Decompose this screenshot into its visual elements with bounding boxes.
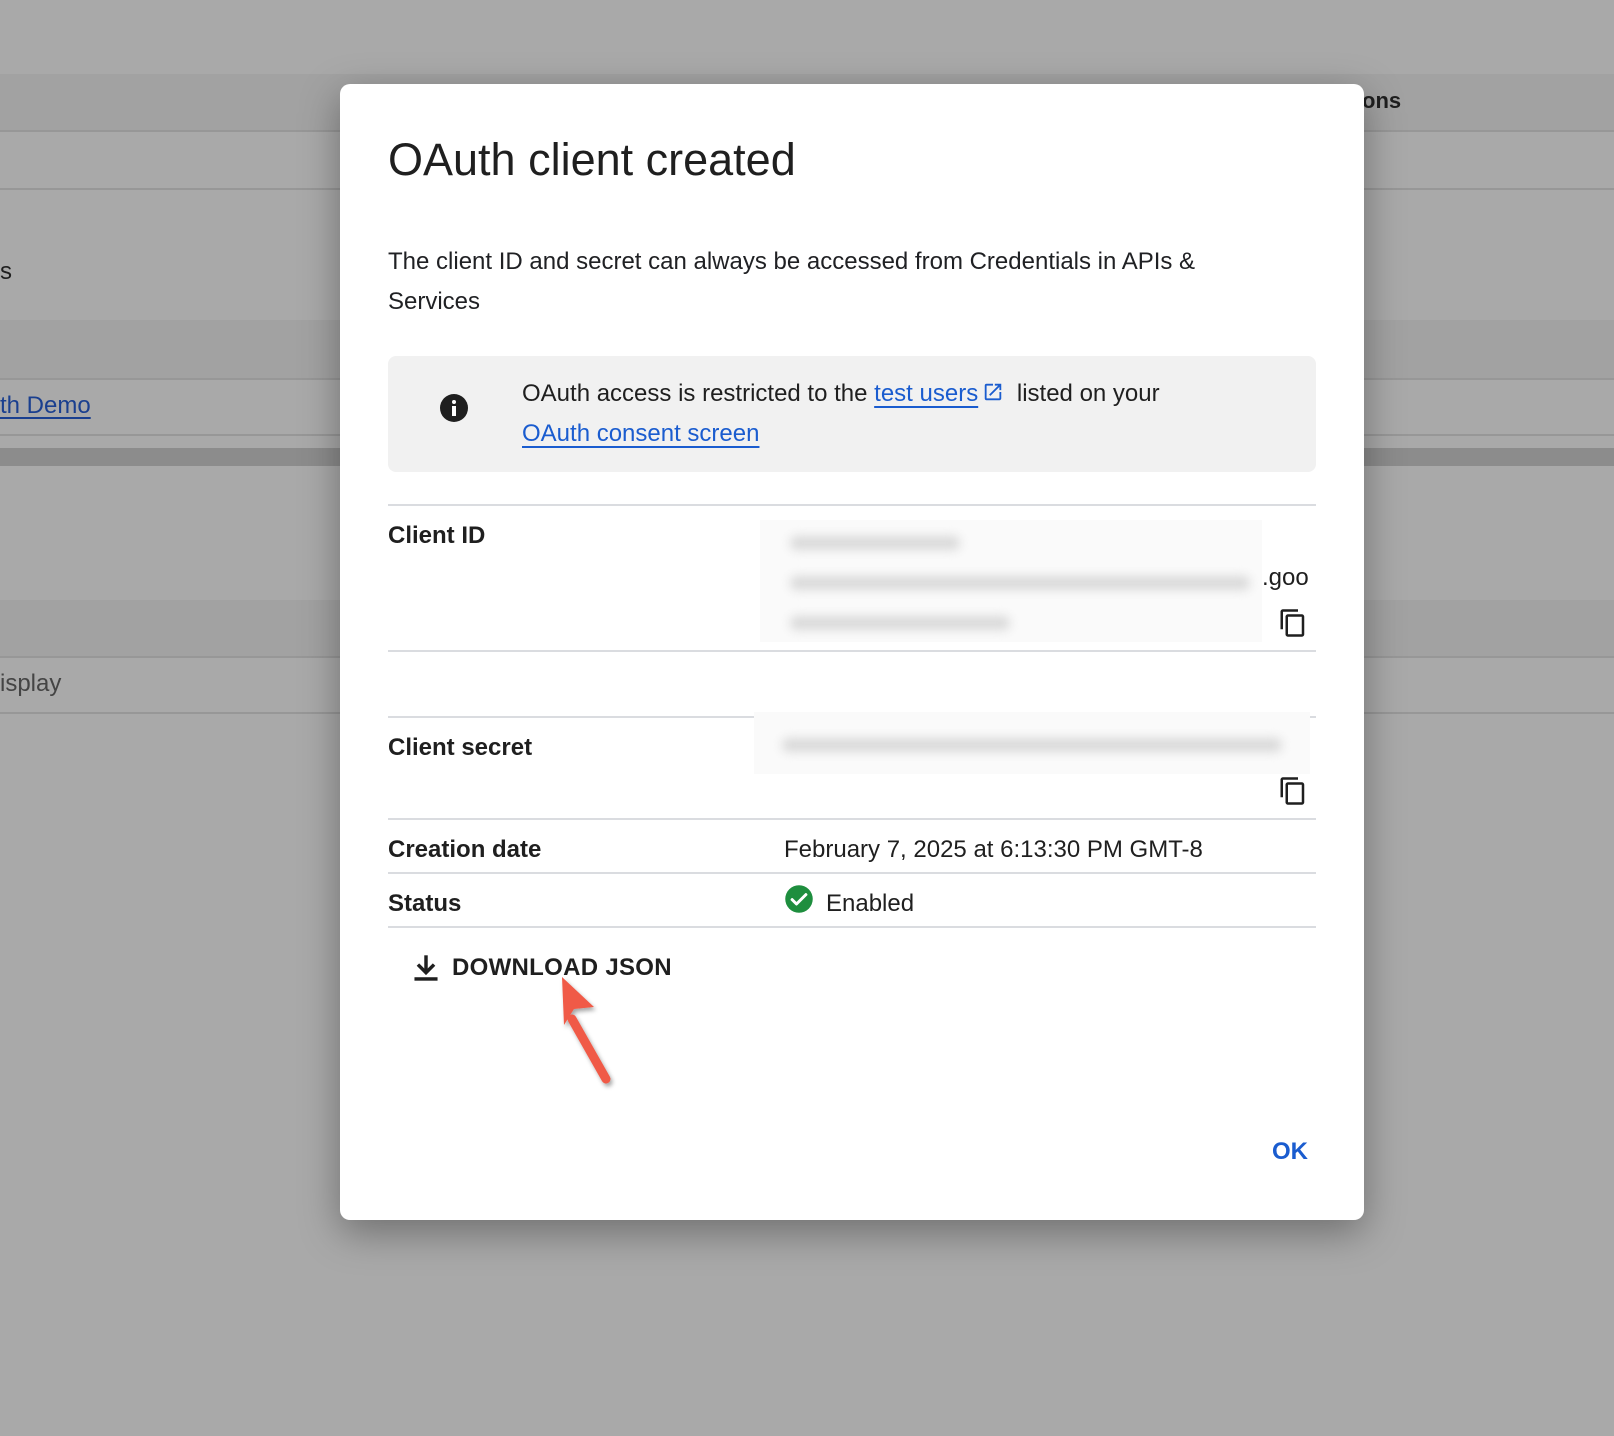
test-users-link[interactable]: test users (874, 380, 978, 407)
info-message: OAuth access is restricted to the test u… (522, 374, 1292, 454)
status-label: Status (388, 890, 462, 917)
status-value: Enabled (826, 890, 915, 917)
client-id-visible-suffix: .goo (1262, 564, 1309, 591)
info-banner: OAuth access is restricted to the test u… (388, 356, 1316, 472)
info-text-prefix: OAuth access is restricted to the (522, 380, 875, 407)
bg-column-header: ons (1362, 88, 1402, 113)
copy-client-id-icon[interactable] (1278, 608, 1308, 638)
row-divider (388, 872, 1316, 874)
download-icon (414, 955, 438, 981)
oauth-consent-screen-link[interactable]: OAuth consent screen (522, 420, 759, 447)
bg-project-link: th Demo (0, 392, 91, 419)
copy-client-secret-icon[interactable] (1278, 776, 1308, 806)
client-id-label: Client ID (388, 522, 486, 549)
row-divider (388, 504, 1316, 506)
row-divider (388, 650, 1316, 652)
creation-date-label: Creation date (388, 836, 542, 863)
dialog-title: OAuth client created (388, 134, 796, 185)
client-secret-label: Client secret (388, 734, 533, 761)
check-circle-icon (785, 885, 813, 913)
ok-button[interactable]: OK (1268, 1134, 1312, 1170)
dialog-description: The client ID and secret can always be a… (388, 248, 1196, 315)
client-secret-value-redacted (754, 712, 1310, 774)
annotation-arrow-icon (562, 977, 611, 1084)
creation-date-value: February 7, 2025 at 6:13:30 PM GMT-8 (784, 836, 1203, 863)
info-text-middle: listed on your (1010, 380, 1160, 407)
row-divider (388, 926, 1316, 928)
bg-text-fragment: isplay (0, 670, 62, 697)
download-json-button[interactable]: DOWNLOAD JSON (412, 946, 672, 990)
client-id-value-redacted (760, 520, 1262, 642)
oauth-client-created-dialog: OAuth client created The client ID and s… (340, 84, 1364, 1220)
external-link-icon (984, 383, 1002, 401)
bg-text-fragment: s (0, 258, 12, 285)
row-divider (388, 818, 1316, 820)
info-icon (440, 394, 468, 422)
